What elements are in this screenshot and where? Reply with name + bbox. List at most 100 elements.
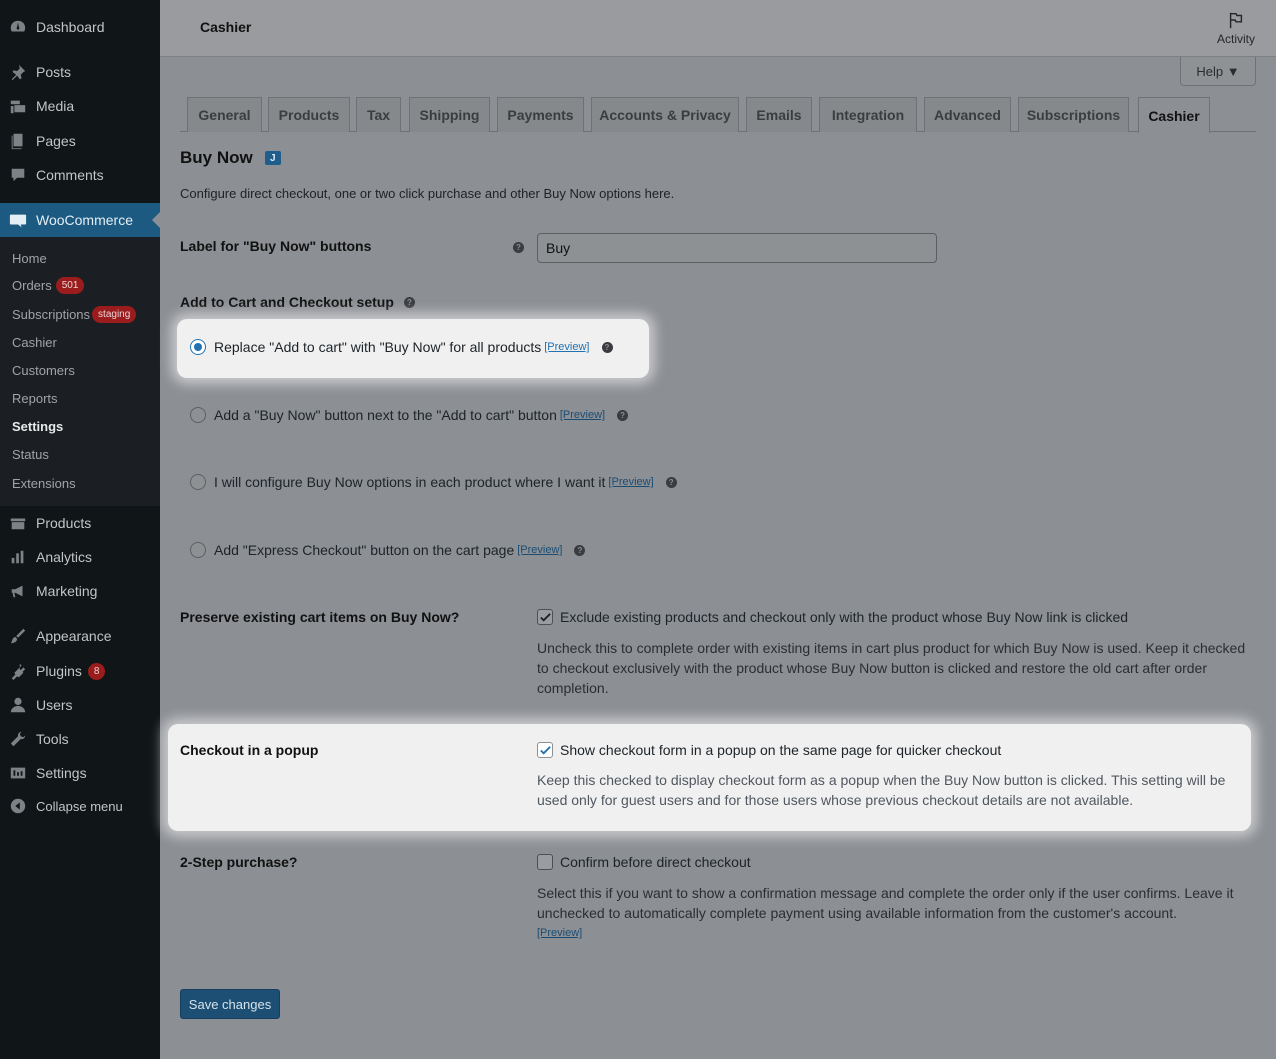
doc-link-icon[interactable]: J [264, 151, 281, 165]
top-header: Cashier Activity [160, 0, 1276, 57]
setup-label-text: Add to Cart and Checkout setup [180, 294, 394, 310]
menu-item-users[interactable]: Users [0, 688, 160, 722]
menu-item-settings[interactable]: Settings [0, 756, 160, 790]
help-tip-icon[interactable]: ? [665, 476, 677, 488]
submenu-label: Orders [12, 278, 52, 293]
preview-link[interactable]: [Preview] [608, 476, 653, 488]
submenu-customers[interactable]: Customers [12, 363, 75, 378]
tab-subscriptions[interactable]: Subscriptions [1018, 97, 1129, 132]
tab-accounts-privacy[interactable]: Accounts & Privacy [591, 97, 739, 132]
setup-option-replace[interactable]: Replace "Add to cart" with "Buy Now" for… [190, 339, 613, 355]
preserve-cart-help: Uncheck this to complete order with exis… [537, 640, 1246, 696]
menu-item-posts[interactable]: Posts [0, 55, 160, 89]
settings-tabs: General Products Tax Shipping Payments A… [180, 97, 1256, 133]
tab-advanced[interactable]: Advanced [924, 97, 1011, 132]
radio-button[interactable] [190, 339, 206, 355]
tab-general[interactable]: General [187, 97, 262, 132]
submenu-status[interactable]: Status [12, 447, 49, 462]
radio-button[interactable] [190, 474, 206, 490]
submenu-settings[interactable]: Settings [12, 419, 63, 434]
help-tip-icon[interactable]: ? [601, 341, 613, 353]
help-tip-icon[interactable]: ? [403, 296, 415, 308]
pages-icon [8, 131, 28, 151]
admin-sidebar: Dashboard Posts Media Pages Comments Woo… [0, 0, 160, 1059]
two-step-option[interactable]: Confirm before direct checkout [537, 854, 751, 870]
tab-products[interactable]: Products [268, 97, 350, 132]
submenu-label: Home [12, 251, 47, 266]
activity-button[interactable]: Activity [1196, 0, 1276, 57]
help-label: Help ▼ [1196, 63, 1240, 79]
save-changes-button[interactable]: Save changes [180, 989, 280, 1019]
menu-item-plugins[interactable]: Plugins 8 [0, 654, 160, 688]
menu-item-media[interactable]: Media [0, 89, 160, 123]
menu-item-pages[interactable]: Pages [0, 124, 160, 158]
preserve-cart-option[interactable]: Exclude existing products and checkout o… [537, 609, 1128, 625]
radio-button[interactable] [190, 407, 206, 423]
submenu-label: Subscriptions [12, 307, 91, 322]
preview-link[interactable]: [Preview] [544, 341, 589, 353]
submenu-label: Extensions [12, 476, 76, 491]
menu-item-products[interactable]: Products [0, 506, 160, 540]
menu-label: Analytics [36, 549, 93, 565]
menu-item-comments[interactable]: Comments [0, 158, 160, 192]
brush-icon [8, 626, 28, 646]
setup-option-per-product[interactable]: I will configure Buy Now options in each… [190, 474, 677, 490]
menu-label: Users [36, 697, 73, 713]
help-tip-icon[interactable]: ? [513, 242, 524, 253]
tab-shipping[interactable]: Shipping [409, 97, 490, 132]
checkbox[interactable] [537, 609, 553, 625]
tab-emails[interactable]: Emails [746, 97, 812, 132]
tab-payments[interactable]: Payments [497, 97, 584, 132]
submenu-orders[interactable]: Orders 501 [12, 277, 85, 294]
menu-label: Media [36, 98, 75, 114]
submenu-cashier[interactable]: Cashier [12, 335, 57, 350]
submenu-label: Cashier [12, 335, 57, 350]
buy-now-label-input[interactable] [537, 233, 937, 263]
submenu-label: Status [12, 447, 49, 462]
submenu-label: Customers [12, 363, 75, 378]
checkbox[interactable] [537, 742, 553, 758]
plugin-icon [8, 661, 28, 681]
buy-now-label-label: Label for "Buy Now" buttons [180, 238, 372, 254]
menu-item-appearance[interactable]: Appearance [0, 619, 160, 653]
preview-link[interactable]: [Preview] [560, 409, 605, 421]
preview-link[interactable]: [Preview] [517, 544, 562, 556]
menu-item-woocommerce[interactable]: WooCommerce [0, 203, 160, 237]
checkbox[interactable] [537, 854, 553, 870]
tab-integration[interactable]: Integration [819, 97, 917, 132]
submenu-extensions[interactable]: Extensions [12, 476, 76, 491]
menu-item-dashboard[interactable]: Dashboard [0, 10, 160, 44]
help-tip-icon[interactable]: ? [574, 544, 586, 556]
checkbox-label: Show checkout form in a popup on the sam… [560, 742, 1002, 758]
submenu-subscriptions[interactable]: Subscriptions staging [12, 306, 137, 323]
setup-option-express-checkout[interactable]: Add "Express Checkout" button on the car… [190, 542, 586, 558]
orders-count-badge: 501 [55, 277, 85, 294]
menu-label: Comments [36, 167, 104, 183]
help-button[interactable]: Help ▼ [1180, 57, 1256, 86]
analytics-icon [8, 547, 28, 567]
media-icon [8, 96, 28, 116]
checkout-popup-option[interactable]: Show checkout form in a popup on the sam… [537, 742, 1001, 758]
collapse-menu-button[interactable]: Collapse menu [0, 789, 160, 823]
dashboard-icon [8, 17, 28, 37]
radio-button[interactable] [190, 542, 206, 558]
tab-cashier[interactable]: Cashier [1138, 97, 1210, 133]
menu-item-marketing[interactable]: Marketing [0, 574, 160, 608]
two-step-preview-link[interactable]: [Preview] [537, 927, 582, 939]
menu-label: Plugins [36, 663, 82, 679]
help-tip-icon[interactable]: ? [617, 409, 629, 421]
megaphone-icon [8, 581, 28, 601]
products-icon [8, 513, 28, 533]
section-description: Configure direct checkout, one or two cl… [180, 186, 675, 201]
page-title: Cashier [200, 19, 252, 35]
setup-option-next-to[interactable]: Add a "Buy Now" button next to the "Add … [190, 407, 629, 423]
menu-label: Settings [36, 765, 87, 781]
submenu-home[interactable]: Home [12, 251, 47, 266]
tab-tax[interactable]: Tax [356, 97, 401, 132]
menu-item-analytics[interactable]: Analytics [0, 540, 160, 574]
option-label: Replace "Add to cart" with "Buy Now" for… [214, 339, 542, 355]
menu-label: Marketing [36, 583, 98, 599]
menu-item-tools[interactable]: Tools [0, 722, 160, 756]
option-label: I will configure Buy Now options in each… [214, 474, 606, 490]
submenu-reports[interactable]: Reports [12, 391, 58, 406]
